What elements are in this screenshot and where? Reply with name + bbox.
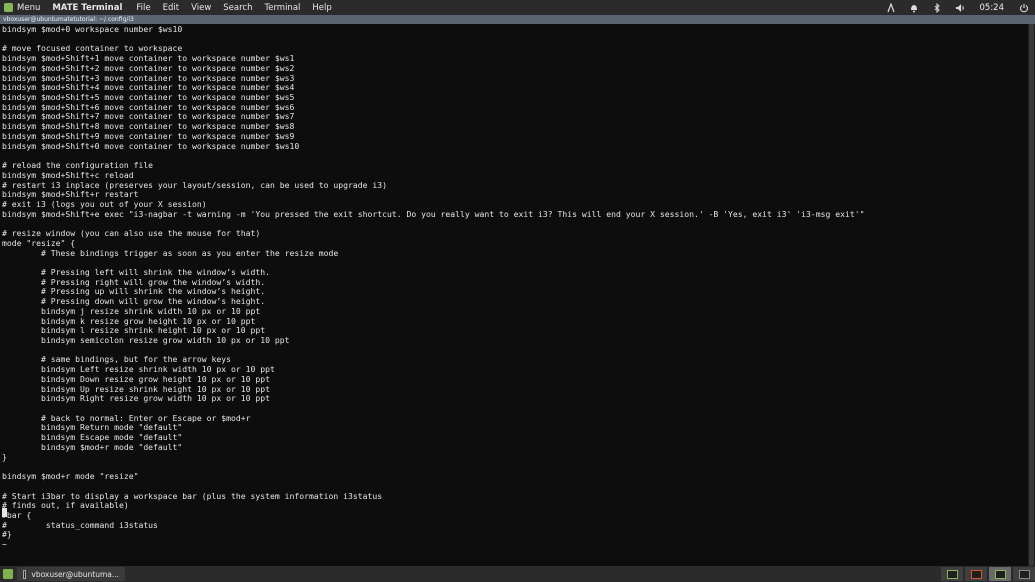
workspace-1[interactable]	[941, 567, 963, 581]
mate-logo-icon	[4, 3, 13, 12]
terminal-line: bindsym $mod+Shift+0 move container to w…	[2, 140, 300, 151]
menu-terminal[interactable]: Terminal	[258, 3, 306, 13]
scrollbar[interactable]	[1028, 24, 1035, 566]
menu-search[interactable]: Search	[217, 3, 258, 13]
workspace-thumbnail-icon	[994, 569, 1006, 579]
terminal-line: #}	[2, 529, 12, 540]
taskbar-terminal-label: vboxuser@ubuntuma...	[31, 569, 119, 579]
workspace-thumbnail-icon	[946, 569, 958, 579]
power-icon[interactable]	[1019, 3, 1029, 13]
menu-help[interactable]: Help	[306, 3, 337, 13]
menu-edit[interactable]: Edit	[157, 3, 185, 13]
top-panel: Menu MATE Terminal File Edit View Search…	[0, 0, 1035, 15]
workspace-3[interactable]	[989, 567, 1011, 581]
main-menu-button[interactable]: Menu	[0, 0, 46, 15]
bluetooth-icon[interactable]	[932, 2, 942, 13]
workspace-4[interactable]	[1013, 567, 1035, 581]
terminal-line: ~	[2, 539, 7, 550]
terminal-line: # status_command i3status	[2, 519, 158, 530]
app-name: MATE Terminal	[52, 2, 123, 13]
terminal-area[interactable]: bindsym $mod+0 workspace number $ws10 # m…	[0, 24, 1028, 566]
terminal-line: # These bindings trigger as soon as you …	[2, 247, 339, 258]
system-tray: 05:24	[886, 0, 1030, 15]
terminal-line: bindsym semicolon resize grow width 10 p…	[2, 335, 290, 345]
bottom-panel: vboxuser@ubuntuma...	[0, 566, 1035, 582]
scrollbar-thumb[interactable]	[1029, 24, 1034, 566]
terminal-line: # finds out, if available)	[2, 500, 129, 511]
show-desktop-icon[interactable]	[3, 569, 13, 579]
terminal-line: # Start i3bar to display a workspace bar…	[2, 490, 383, 501]
workspace-thumbnail-icon	[1018, 569, 1030, 579]
terminal-text: bindsym $mod+0 workspace number $ws10 # m…	[0, 24, 1028, 550]
workspace-2[interactable]	[965, 567, 987, 581]
terminal-line: }	[2, 451, 7, 462]
terminal-icon	[23, 569, 27, 579]
terminal-line: # restart i3 inplace (preserves your lay…	[2, 179, 387, 190]
terminal-line: bindsym $mod+r mode "default"	[2, 441, 183, 452]
clock[interactable]: 05:24	[978, 3, 1007, 13]
terminal-line: bindsym $mod+Shift+e exec "i3-nagbar -t …	[2, 208, 865, 219]
taskbar-terminal-button[interactable]: vboxuser@ubuntuma...	[17, 567, 125, 581]
menu-view[interactable]: View	[185, 3, 217, 13]
volume-icon[interactable]	[955, 3, 965, 13]
terminal-line: # resize window (you can also use the mo…	[2, 228, 261, 239]
main-menu-label: Menu	[17, 2, 41, 13]
text-cursor	[2, 508, 7, 517]
workspace-switcher	[941, 567, 1035, 581]
network-icon[interactable]	[886, 2, 896, 13]
terminal-line: bindsym Right resize grow width 10 px or…	[2, 393, 271, 404]
window-title: vboxuser@ubuntumatetutorial: ~/.config/i…	[0, 15, 1035, 24]
terminal-line: bindsym $mod+r mode "resize"	[2, 471, 139, 482]
menu-file[interactable]: File	[130, 3, 156, 13]
terminal-line: # reload the configuration file	[2, 160, 154, 171]
workspace-thumbnail-icon	[970, 569, 982, 579]
terminal-line: bindsym $mod+0 workspace number $ws10	[2, 24, 183, 34]
bell-icon[interactable]	[909, 3, 919, 13]
